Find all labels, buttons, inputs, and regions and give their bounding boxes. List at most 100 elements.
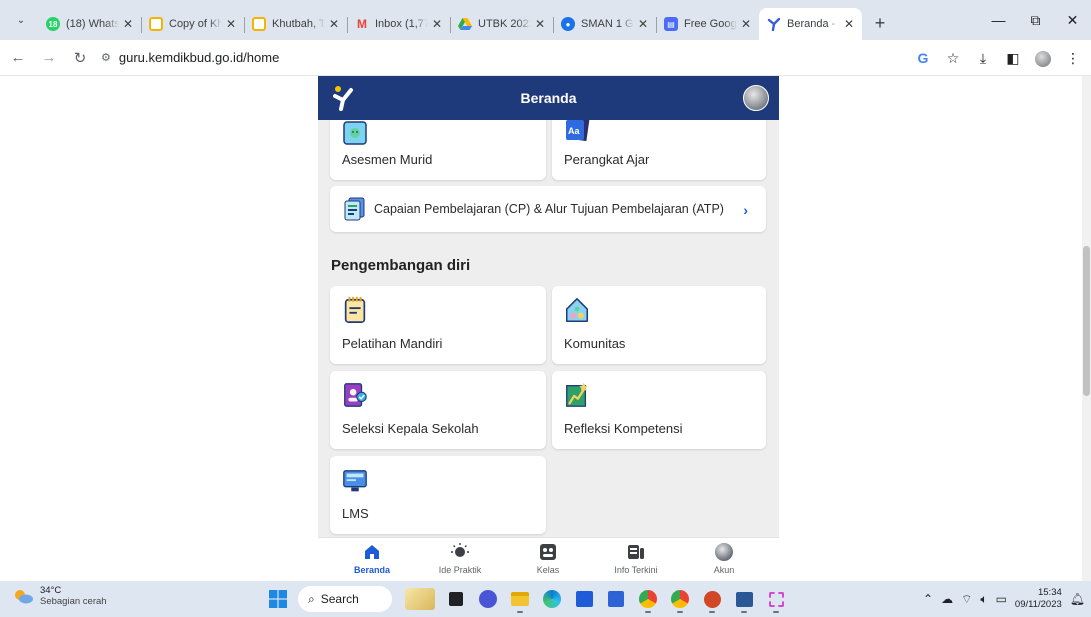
web-page: Beranda Asesmen Murid Aa Perangkat Ajar [0, 76, 1091, 581]
lms-app-icon [608, 591, 624, 607]
avatar[interactable] [743, 85, 769, 111]
browser-tab-whatsapp[interactable]: 18 (18) WhatsApp ✕ [38, 8, 141, 40]
cp-atp-row[interactable]: Capaian Pembelajaran (CP) & Alur Tujuan … [330, 186, 766, 232]
chevron-right-icon: › [743, 202, 748, 218]
nav-beranda[interactable]: Beranda [328, 538, 416, 581]
nav-ide-praktik[interactable]: Ide Praktik [416, 538, 504, 581]
card-refleksi-kompetensi[interactable]: Refleksi Kompetensi [552, 371, 766, 449]
taskbar-powerpoint[interactable] [696, 585, 728, 613]
weather-widget[interactable]: 34°C Sebagian cerah [12, 585, 107, 607]
card-label: Perangkat Ajar [564, 152, 650, 167]
site-icon: ● [561, 17, 575, 31]
tab-title: Inbox (1,777) [375, 18, 428, 30]
date: 09/11/2023 [1014, 599, 1062, 610]
taskbar-snipping-tool[interactable] [760, 585, 792, 613]
show-hidden-icons-chevron-icon[interactable]: ⌃ [923, 592, 933, 606]
merdeka-logo-icon[interactable] [332, 84, 354, 112]
class-icon [540, 544, 556, 560]
browser-tab-sman[interactable]: ● SMAN 1 Gar ✕ [553, 8, 656, 40]
close-tab-icon[interactable]: ✕ [535, 17, 545, 31]
close-tab-icon[interactable]: ✕ [123, 17, 133, 31]
taskbar-meet[interactable] [472, 585, 504, 613]
close-tab-icon[interactable]: ✕ [432, 17, 442, 31]
url-text[interactable]: guru.kemdikbud.go.id/home [119, 50, 279, 65]
bottom-navigation: Beranda Ide Praktik Kelas Info Terkini A… [318, 537, 779, 581]
browser-tab-free-google[interactable]: ▤ Free Google ✕ [656, 8, 759, 40]
taskbar-search[interactable]: ⌕ Search [298, 586, 392, 612]
forward-arrow-icon[interactable]: → [36, 45, 62, 71]
start-button[interactable] [262, 585, 294, 613]
powerpoint-icon [703, 590, 721, 608]
running-indicator [677, 611, 683, 613]
browser-tab-strip: ⌄ 18 (18) WhatsApp ✕ Copy of Khutbah ✕ K… [0, 0, 1091, 40]
nav-akun[interactable]: Akun [680, 538, 768, 581]
drive-icon [458, 17, 472, 31]
taskbar-widgets[interactable] [400, 585, 440, 613]
profile-avatar-icon[interactable] [1031, 49, 1055, 67]
running-indicator [773, 611, 779, 613]
new-tab-plus-icon[interactable]: + [866, 9, 894, 37]
task-view-icon [449, 592, 463, 606]
running-indicator [709, 611, 715, 613]
card-pelatihan-mandiri[interactable]: Pelatihan Mandiri [330, 286, 546, 364]
clock[interactable]: 15:34 09/11/2023 [1015, 587, 1062, 611]
close-tab-icon[interactable]: ✕ [329, 17, 339, 31]
taskbar-word[interactable] [728, 585, 760, 613]
nav-info-terkini[interactable]: Info Terkini [592, 538, 680, 581]
site-settings-icon[interactable]: ⚙ [101, 51, 111, 64]
bookmark-star-icon[interactable]: ☆ [941, 50, 965, 67]
minimize-icon[interactable]: — [980, 12, 1017, 28]
window-close-icon[interactable]: ✕ [1054, 12, 1091, 29]
back-arrow-icon[interactable]: ← [5, 45, 31, 71]
page-scrollbar[interactable] [1082, 76, 1091, 581]
taskbar-chrome[interactable] [632, 585, 664, 613]
taskbar-edge[interactable] [536, 585, 568, 613]
browser-tab-beranda[interactable]: Beranda - M ✕ [759, 8, 862, 40]
taskbar-store[interactable] [568, 585, 600, 613]
search-placeholder: Search [320, 592, 359, 606]
browser-tab-drive[interactable]: UTBK 2022 - ✕ [450, 8, 553, 40]
tab-search-chevron-icon[interactable]: ⌄ [8, 7, 34, 33]
taskbar-task-view[interactable] [440, 585, 472, 613]
taskbar-chrome-profile[interactable] [664, 585, 696, 613]
tab-title: (18) WhatsApp [66, 18, 119, 30]
browser-tab-copy-khutbah[interactable]: Copy of Khutbah ✕ [141, 8, 244, 40]
card-seleksi-kepala-sekolah[interactable]: Seleksi Kepala Sekolah [330, 371, 546, 449]
close-tab-icon[interactable]: ✕ [638, 17, 648, 31]
close-tab-icon[interactable]: ✕ [741, 17, 751, 31]
scroll-thumb[interactable] [1083, 246, 1090, 396]
address-bar[interactable]: ⚙ guru.kemdikbud.go.id/home [101, 50, 279, 65]
close-tab-icon[interactable]: ✕ [226, 17, 236, 31]
notification-bell-icon[interactable]: 🔔︎ [1070, 592, 1085, 606]
principal-badge-icon [344, 383, 367, 407]
card-komunitas[interactable]: Komunitas [552, 286, 766, 364]
running-indicator [517, 611, 523, 613]
download-icon[interactable]: ⤓ [971, 50, 995, 67]
taskbar-file-explorer[interactable] [504, 585, 536, 613]
nav-kelas[interactable]: Kelas [504, 538, 592, 581]
restore-icon[interactable]: ⧉ [1017, 12, 1054, 29]
assessment-icon [343, 121, 367, 145]
browser-tab-gmail[interactable]: M Inbox (1,777) ✕ [347, 8, 450, 40]
wifi-icon[interactable]: ⌔ [961, 592, 972, 607]
chrome-icon [671, 590, 689, 608]
browser-tab-khutbah[interactable]: Khutbah, Tal ✕ [244, 8, 347, 40]
taskbar-classroom[interactable] [600, 585, 632, 613]
volume-muted-icon[interactable]: 🔈︎ [980, 592, 987, 607]
card-label: Pelatihan Mandiri [342, 336, 443, 351]
section-title: Pengembangan diri [331, 257, 471, 274]
card-lms[interactable]: LMS [330, 456, 546, 534]
chrome-icon [639, 590, 657, 608]
battery-icon[interactable]: ▭ [996, 592, 1007, 606]
kebab-menu-icon[interactable]: ⋮ [1061, 50, 1085, 67]
widgets-icon [405, 588, 435, 610]
community-house-icon [565, 298, 589, 322]
google-lens-icon[interactable]: G [911, 50, 935, 66]
close-tab-icon[interactable]: ✕ [844, 17, 854, 31]
search-icon: ⌕ [308, 591, 315, 606]
onedrive-cloud-icon[interactable]: ☁ [941, 592, 953, 606]
tab-title: Copy of Khutbah [169, 18, 222, 30]
running-indicator [645, 611, 651, 613]
reload-icon[interactable]: ↻ [67, 45, 93, 71]
side-panel-icon[interactable]: ◧ [1001, 50, 1025, 67]
